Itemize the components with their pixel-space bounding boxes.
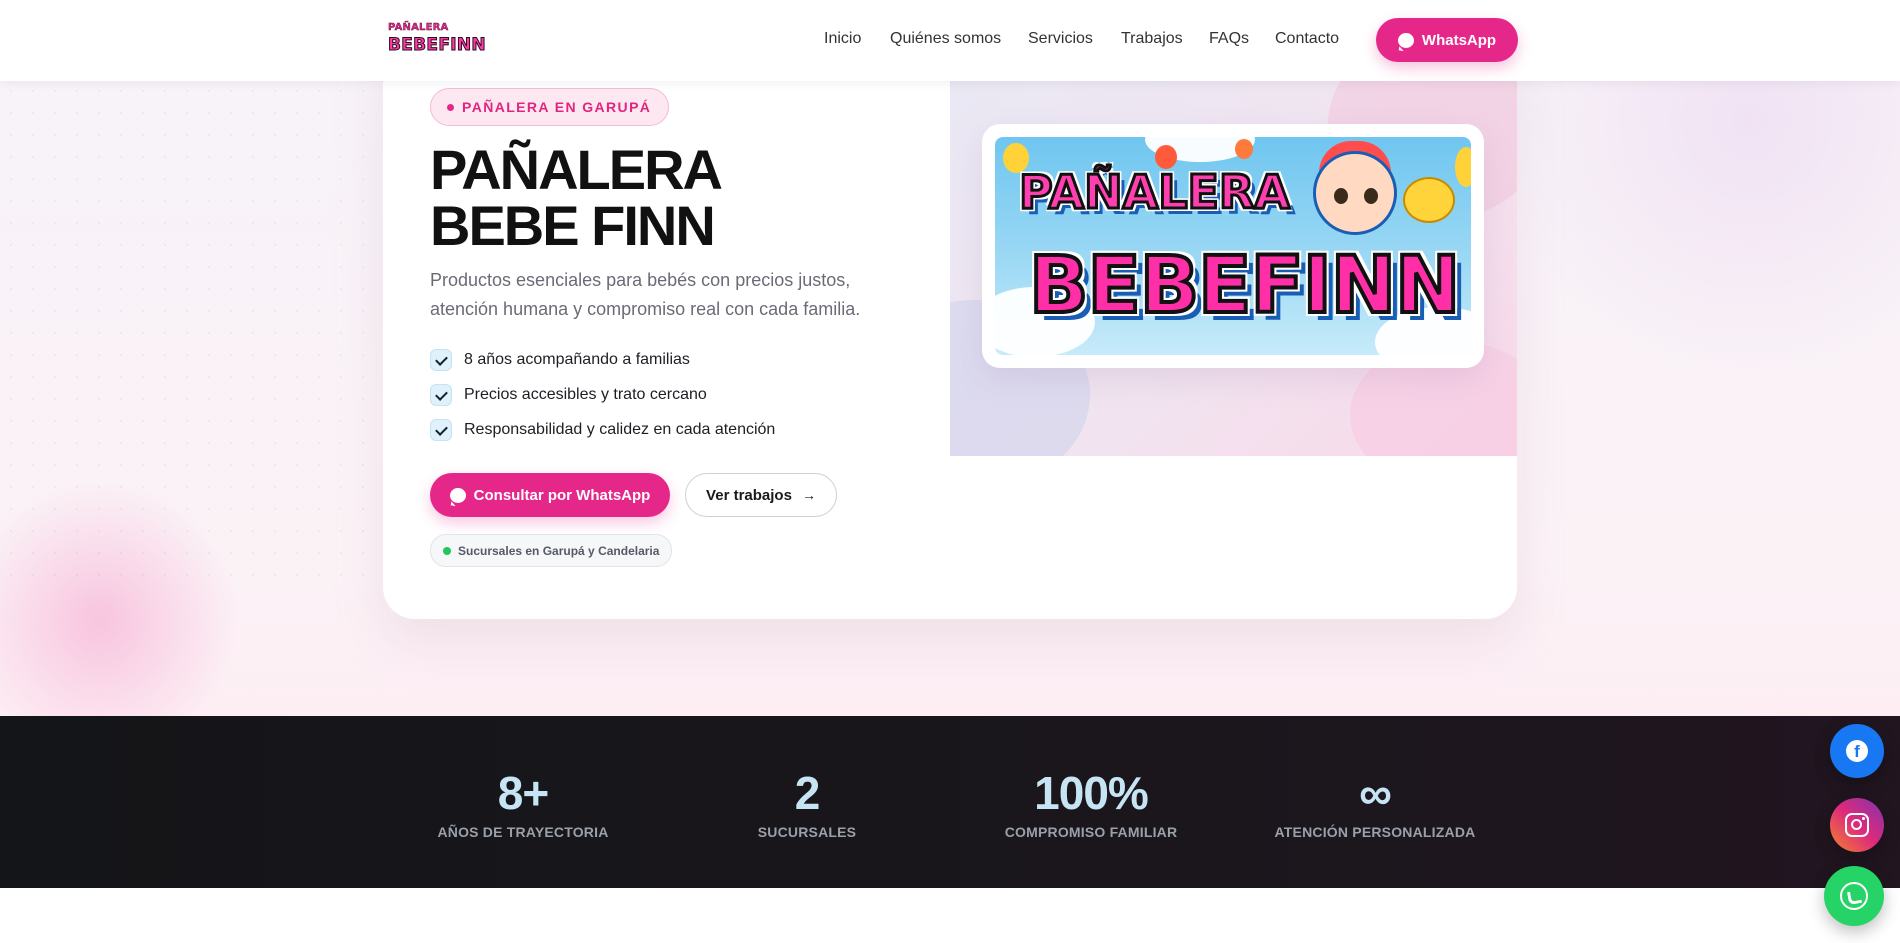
facebook-button[interactable]: f [1830, 724, 1884, 778]
logo-line1: PAÑALERA [388, 22, 449, 33]
checklist-label: Precios accesibles y trato cercano [464, 386, 707, 403]
baby-character [1313, 151, 1397, 235]
stat-label: COMPROMISO FAMILIAR [1004, 824, 1178, 840]
stat-value: 8+ [497, 767, 549, 819]
stat-commitment: 100% COMPROMISO FAMILIAR [971, 768, 1211, 840]
banner-frame: PAÑALERA BEBEFINN [982, 124, 1484, 368]
hero-eyebrow-badge: PAÑALERA EN GARUPÁ [430, 88, 670, 126]
stat-attention: ∞ ATENCIÓN PERSONALIZADA [1255, 768, 1495, 840]
stat-value: 100% [1034, 767, 1149, 819]
stat-years: 8+ AÑOS DE TRAYECTORIA [403, 768, 643, 840]
hero-card: PAÑALERA BEBEFINN PAÑALERA EN GARUPÁ PAÑ… [383, 40, 1517, 619]
logo[interactable]: PAÑALERA BEBEFINN [388, 22, 487, 60]
stat-value: ∞ [1359, 767, 1392, 819]
chat-bubble-icon [449, 487, 466, 503]
whatsapp-icon [1840, 882, 1868, 910]
nav-trabajos[interactable]: Trabajos [1121, 30, 1183, 48]
hero-title: PAÑALERA BEBE FINN [430, 142, 890, 254]
status-dot [443, 546, 451, 555]
check-icon [430, 419, 452, 441]
checklist-label: Responsabilidad y calidez en cada atenci… [464, 421, 776, 438]
nav-inicio[interactable]: Inicio [824, 30, 861, 48]
header-whatsapp-button[interactable]: WhatsApp [1376, 18, 1518, 62]
balloon [1455, 147, 1471, 187]
stat-label: ATENCIÓN PERSONALIZADA [1274, 824, 1476, 840]
nav-quienes-somos[interactable]: Quiénes somos [890, 30, 1001, 48]
nav-contacto[interactable]: Contacto [1275, 30, 1339, 48]
baby-eye [1334, 188, 1348, 204]
hero-title-line1: PAÑALERA [430, 138, 723, 201]
site-header: PAÑALERA BEBEFINN Inicio Quiénes somos S… [0, 0, 1900, 81]
hero-subtitle: Productos esenciales para bebés con prec… [430, 270, 861, 319]
chat-bubble-icon [1397, 32, 1414, 48]
whatsapp-float-button[interactable] [1824, 866, 1884, 926]
check-icon [430, 384, 452, 406]
brand-banner-image: PAÑALERA BEBEFINN [995, 137, 1471, 355]
stats-band: 8+ AÑOS DE TRAYECTORIA 2 SUCURSALES 100%… [0, 716, 1900, 888]
eyebrow-label: PAÑALERA EN GARUPÁ [462, 99, 652, 115]
consult-whatsapp-button[interactable]: Consultar por WhatsApp [430, 473, 670, 517]
consult-whatsapp-label: Consultar por WhatsApp [473, 486, 651, 504]
nav-faqs[interactable]: FAQs [1209, 30, 1249, 48]
nav-servicios[interactable]: Servicios [1028, 30, 1093, 48]
banner-title-line1: PAÑALERA [1018, 164, 1292, 221]
baby-shark-character [1403, 177, 1455, 223]
arrow-right-icon: → [801, 487, 816, 503]
stat-label: AÑOS DE TRAYECTORIA [437, 824, 609, 840]
view-works-button[interactable]: Ver trabajos → [685, 473, 837, 517]
logo-line2: BEBEFINN [388, 35, 487, 56]
stat-branches: 2 SUCURSALES [687, 768, 927, 840]
next-section [0, 888, 1900, 943]
checklist-item: Precios accesibles y trato cercano [430, 383, 707, 407]
stat-label: SUCURSALES [757, 824, 857, 840]
facebook-icon: f [1846, 740, 1868, 762]
stat-value: 2 [794, 767, 821, 819]
hero-title-line2: BEBE FINN [430, 194, 716, 257]
badge-dot [447, 103, 454, 111]
checklist-item: 8 años acompañando a familias [430, 348, 690, 372]
banner-title-line2: BEBEFINN [1027, 239, 1462, 333]
checklist-item: Responsabilidad y calidez en cada atenci… [430, 418, 775, 442]
dot-pattern [0, 80, 380, 580]
instagram-icon [1845, 813, 1869, 837]
baby-eye [1364, 188, 1378, 204]
checklist-label: 8 años acompañando a familias [464, 351, 690, 368]
balloon [1235, 139, 1253, 159]
view-works-label: Ver trabajos [706, 486, 792, 504]
branches-chip: Sucursales en Garupá y Candelaria [430, 534, 673, 567]
header-whatsapp-label: WhatsApp [1421, 31, 1497, 49]
branches-label: Sucursales en Garupá y Candelaria [458, 543, 660, 558]
instagram-button[interactable] [1830, 798, 1884, 852]
check-icon [430, 349, 452, 371]
